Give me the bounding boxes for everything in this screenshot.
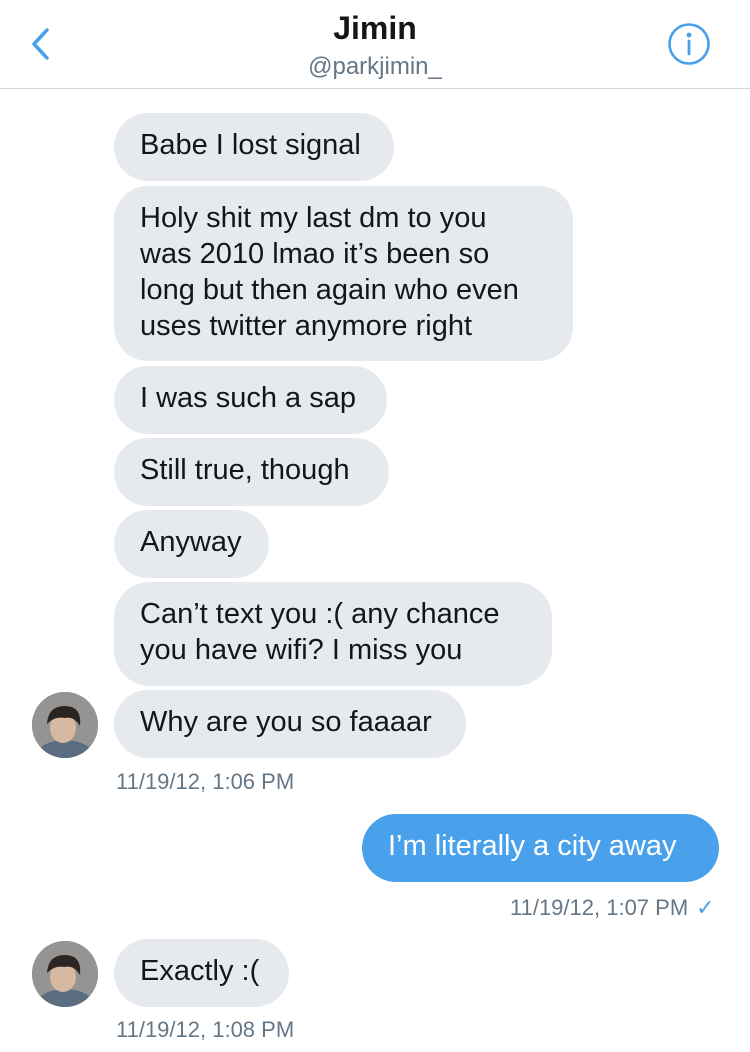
- message-bubble-received[interactable]: Anyway: [114, 510, 269, 578]
- checkmark-icon: ✓: [696, 895, 715, 920]
- message-text-line: Can’t text you :( any chance: [140, 598, 500, 630]
- avatar[interactable]: [32, 941, 98, 1007]
- message-timestamp: 11/19/12, 1:08 PM: [116, 1017, 295, 1042]
- message-text: I was such a sap: [140, 382, 356, 414]
- timestamp-text: 11/19/12, 1:07 PM: [510, 895, 689, 920]
- contact-name: Jimin: [333, 10, 417, 46]
- message-text-line: Holy shit my last dm to you: [140, 202, 487, 234]
- avatar[interactable]: [32, 692, 98, 758]
- info-button[interactable]: [667, 22, 711, 66]
- message-bubble-received[interactable]: Why are you so faaaar: [114, 690, 466, 758]
- message-timestamp: 11/19/12, 1:06 PM: [116, 769, 295, 794]
- message-bubble-received[interactable]: Still true, though: [114, 438, 389, 506]
- info-icon: [668, 23, 710, 65]
- message-bubble-received[interactable]: I was such a sap: [114, 366, 387, 434]
- message-text-line: long but then again who even: [140, 274, 519, 306]
- message-timestamp: 11/19/12, 1:07 PM ✓: [510, 895, 715, 921]
- message-text-line: you have wifi? I miss you: [140, 634, 463, 666]
- message-bubble-sent[interactable]: I’m literally a city away: [362, 814, 719, 882]
- contact-handle: @parkjimin_: [308, 53, 442, 80]
- conversation-header: Jimin @parkjimin_: [0, 0, 750, 89]
- message-text-line: was 2010 lmao it’s been so: [140, 238, 490, 270]
- message-text: Still true, though: [140, 454, 350, 486]
- message-text: Exactly :(: [140, 955, 260, 987]
- message-text: Anyway: [140, 526, 242, 558]
- message-bubble-received[interactable]: Exactly :(: [114, 939, 289, 1007]
- profile-photo: [32, 941, 98, 1007]
- message-text-line: uses twitter anymore right: [140, 310, 473, 342]
- message-bubble-received[interactable]: Can’t text you :( any chance you have wi…: [114, 582, 552, 686]
- message-bubble-received[interactable]: Babe I lost signal: [114, 113, 394, 181]
- profile-photo: [32, 692, 98, 758]
- message-text: I’m literally a city away: [388, 830, 677, 862]
- message-text: Babe I lost signal: [140, 129, 361, 161]
- message-bubble-received[interactable]: Holy shit my last dm to you was 2010 lma…: [114, 186, 573, 361]
- message-text: Why are you so faaaar: [140, 706, 432, 738]
